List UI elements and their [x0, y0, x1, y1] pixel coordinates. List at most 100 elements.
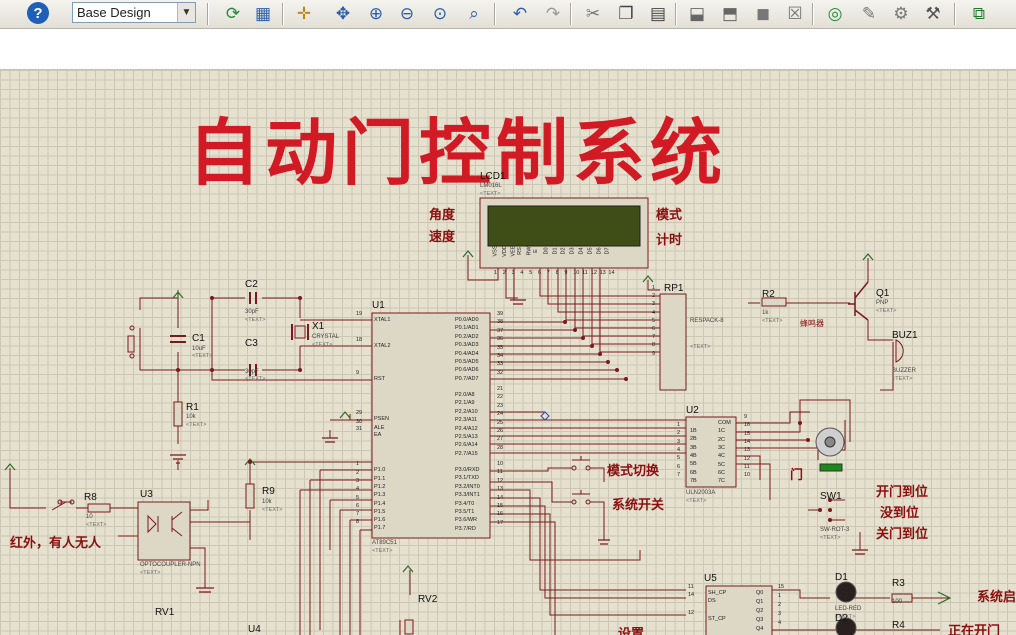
mcu-pin-number: 16	[497, 511, 504, 518]
c1-ref: C1	[192, 333, 205, 344]
main-toolbar: ? Base Design ▼ ⟳ ▦ ✛ ✥ ⊕ ⊖ ⊙ ⌕ ↶ ↷ ✂ ❐ ▤…	[0, 0, 1016, 29]
packaging-icon[interactable]: ⚙	[888, 1, 914, 27]
mcu-pin-name: P3.7/RD	[455, 525, 476, 532]
rp1-pin-number: 4	[652, 309, 656, 316]
mcu-pin-number: 13	[497, 486, 504, 493]
block-delete-icon[interactable]: ☒	[782, 1, 808, 27]
lcd-pin-number: 3	[511, 270, 515, 276]
toolbar-separator	[675, 3, 677, 25]
r3-value: 100	[892, 599, 903, 605]
toolbar-separator	[207, 3, 209, 25]
u5-pin-number: 2	[778, 602, 782, 608]
c3-text: <TEXT>	[245, 376, 266, 382]
u2-pin-name: 1B	[690, 428, 697, 434]
mcu-pin-name: PSEN	[374, 416, 389, 422]
u5-pin-name: DS	[708, 598, 716, 604]
chevron-down-icon[interactable]: ▼	[177, 3, 195, 22]
mcu-pin-number: 3	[356, 478, 360, 484]
mcu-pin-name: P1.6	[374, 517, 386, 523]
u5-pin-name: ST_CP	[708, 616, 726, 622]
lcd-pin-number: 6	[538, 270, 542, 276]
mcu-pin-number: 6	[356, 503, 360, 509]
mcu-pin-number: 19	[356, 311, 363, 317]
lcd-pin-name: D5	[587, 247, 594, 255]
mcu-pin-number: 27	[497, 436, 504, 443]
buzzer-annotation: 蜂鸣器	[800, 319, 824, 328]
undo-icon[interactable]: ↶	[507, 1, 533, 27]
paste-icon[interactable]: ▤	[645, 1, 671, 27]
pick-device-icon[interactable]: ◎	[822, 1, 848, 27]
u2-ref: U2	[686, 405, 699, 416]
zoom-out-icon[interactable]: ⊖	[394, 1, 420, 27]
refresh-icon[interactable]: ⟳	[220, 1, 246, 27]
block-move-icon[interactable]: ⬒	[717, 1, 743, 27]
c2-text: <TEXT>	[245, 317, 266, 323]
mcu-pin-number: 36	[497, 336, 504, 343]
toolbar-separator	[954, 3, 956, 25]
copy-icon[interactable]: ❐	[613, 1, 639, 27]
mcu-pin-name: P0.3/AD3	[455, 342, 479, 349]
origin-icon[interactable]: ✛	[291, 1, 317, 27]
mcu-pin-number: 28	[497, 444, 504, 451]
u5-pin-name: Q2	[756, 608, 764, 614]
r2-text: <TEXT>	[762, 318, 783, 324]
zoom-fit-icon[interactable]: ⊙	[427, 1, 453, 27]
block-rotate-icon[interactable]: ◼	[750, 1, 776, 27]
u2-pin-name: COM	[718, 420, 731, 426]
r4-ref: R4	[892, 620, 905, 631]
r2-ref: R2	[762, 289, 775, 300]
zoom-area-icon[interactable]: ⌕	[461, 1, 487, 27]
schematic-canvas[interactable]: 自动门控制系统 LCD1 LM016L <TEXT> 角度 速度 模式 计时 V…	[0, 70, 1016, 635]
rp1-pin-number: 1	[652, 285, 656, 291]
block-copy-icon[interactable]: ⬓	[684, 1, 710, 27]
mcu-pin-number: 7	[356, 511, 360, 517]
redo-icon[interactable]: ↷	[540, 1, 566, 27]
u2-pin-name: 4B	[690, 452, 697, 459]
mcu-pin-number: 29	[356, 410, 363, 416]
lcd-pin-number: 11	[582, 270, 588, 276]
help-icon[interactable]: ?	[27, 2, 49, 24]
rp1-pin-number: 5	[652, 317, 656, 324]
grid-icon[interactable]: ▦	[250, 1, 276, 27]
mcu-pin-number: 25	[497, 419, 504, 426]
u3-text: <TEXT>	[140, 570, 161, 576]
mcu-pin-name: P0.1/AD1	[455, 325, 479, 332]
c1-text: <TEXT>	[192, 353, 213, 359]
rp1-value: RESPACK-8	[690, 318, 724, 324]
c1-value: 10uF	[192, 346, 206, 352]
design-selector[interactable]: Base Design ▼	[72, 2, 196, 23]
decompose-icon[interactable]: ⚒	[920, 1, 946, 27]
u2-value: ULN2003A	[686, 490, 716, 496]
mcu-pin-name: P1.3	[374, 492, 386, 498]
mcu-pin-name: P3.0/RXD	[455, 467, 480, 473]
r8-value: 10	[86, 514, 93, 520]
u2-pin-number: 5	[677, 455, 681, 462]
mcu-pin-number: 5	[356, 495, 360, 501]
lcd-pin-name: VSS	[492, 245, 499, 257]
lcd-pin-name: D0	[543, 247, 550, 255]
rp1-pin-number: 2	[652, 293, 656, 300]
mcu-pin-name: P1.1	[374, 476, 386, 482]
u2-pin-name: 3B	[690, 444, 697, 451]
make-device-icon[interactable]: ✎	[856, 1, 882, 27]
not-in-position-label: 没到位	[880, 505, 920, 520]
mcu-pin-number: 18	[356, 337, 363, 343]
lcd-pin-name: D3	[569, 247, 576, 255]
settings-label: 设置	[618, 626, 645, 635]
u2-pin-number: 9	[744, 414, 748, 420]
door-open-label: 开门到位	[876, 484, 929, 499]
zoom-in-icon[interactable]: ⊕	[363, 1, 389, 27]
u5-pin-name: Q3	[756, 617, 764, 623]
cut-icon[interactable]: ✂	[580, 1, 606, 27]
netlist-icon[interactable]: ⧉	[966, 1, 992, 27]
toolbar-separator	[812, 3, 814, 25]
lcd-label-timer: 计时	[656, 232, 683, 247]
u2-pin-name: 5C	[718, 461, 726, 468]
lcd-pin-name: VDD	[501, 245, 508, 257]
buz1-value: BUZZER	[892, 368, 916, 374]
sw1-value: SW-ROT-3	[820, 527, 850, 533]
pan-icon[interactable]: ✥	[330, 1, 356, 27]
lcd-pin-name: D7	[604, 247, 611, 255]
lcd-pin-name: D2	[560, 247, 567, 255]
mcu-pin-number: 17	[497, 519, 504, 526]
